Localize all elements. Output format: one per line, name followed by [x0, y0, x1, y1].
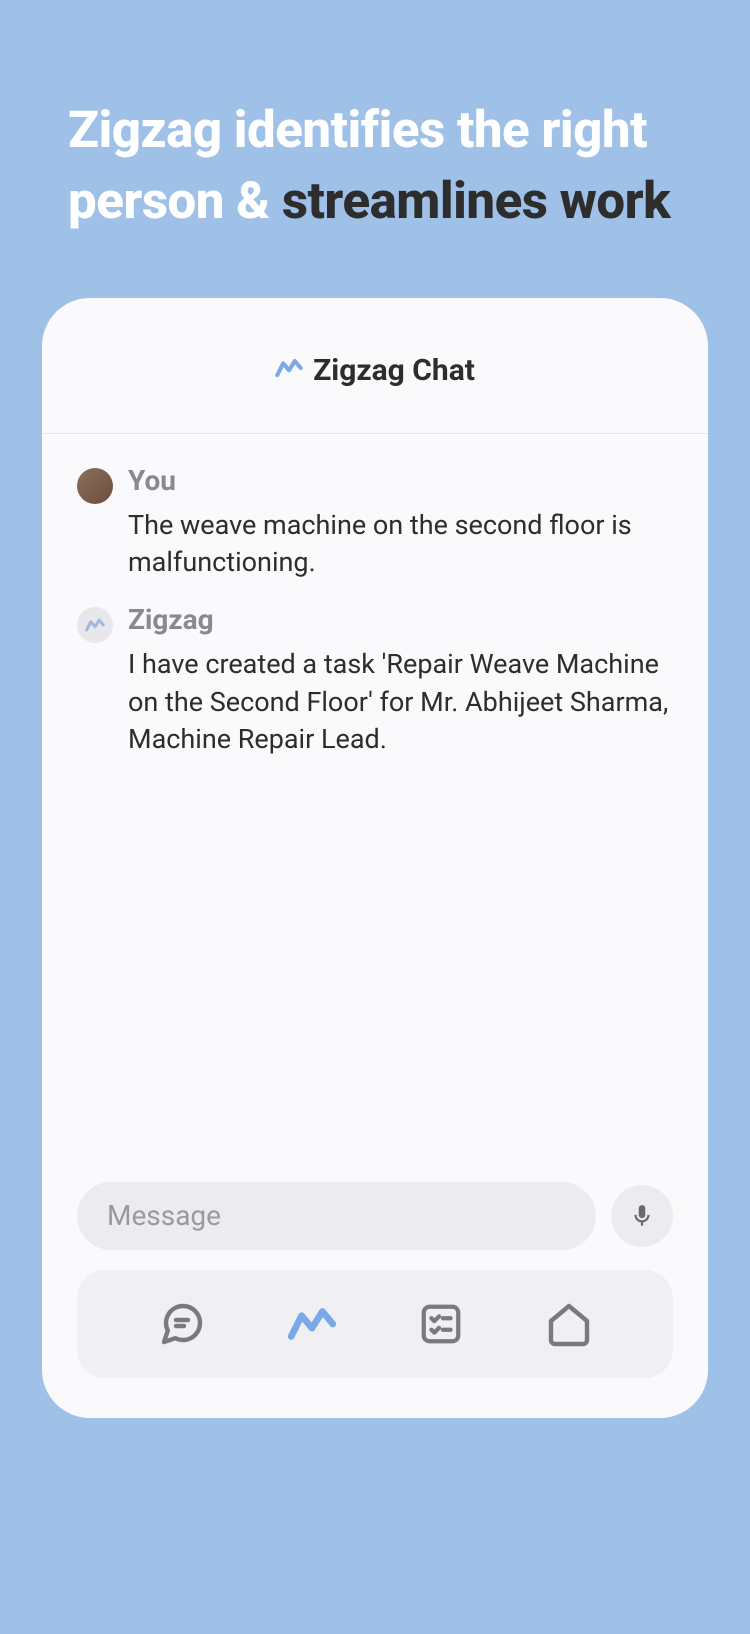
message-input[interactable] — [77, 1182, 596, 1250]
message-text: The weave machine on the second floor is… — [128, 507, 673, 582]
hero-heading: Zigzag identifies the right person & str… — [68, 95, 682, 238]
message-row: Zigzag I have created a task 'Repair Wea… — [77, 603, 673, 758]
hero-line-2: streamlines work — [282, 172, 670, 231]
nav-chat[interactable] — [158, 1300, 206, 1348]
tasks-icon — [418, 1301, 464, 1347]
zigzag-icon — [287, 1299, 337, 1349]
message-text: I have created a task 'Repair Weave Mach… — [128, 646, 673, 758]
hero-section: Zigzag identifies the right person & str… — [0, 0, 750, 278]
nav-zigzag[interactable] — [287, 1299, 337, 1349]
mic-icon — [629, 1203, 655, 1229]
sender-name: You — [128, 464, 673, 497]
zigzag-icon — [85, 615, 105, 635]
home-icon — [545, 1300, 593, 1348]
bottom-nav — [77, 1270, 673, 1378]
messages-container[interactable]: You The weave machine on the second floo… — [42, 434, 708, 1182]
bot-avatar — [77, 607, 113, 643]
message-content: Zigzag I have created a task 'Repair Wea… — [128, 603, 673, 758]
chat-icon — [158, 1300, 206, 1348]
input-row — [42, 1182, 708, 1270]
chat-app-card: Zigzag Chat You The weave machine on the… — [42, 298, 708, 1418]
message-row: You The weave machine on the second floo… — [77, 464, 673, 582]
mic-button[interactable] — [611, 1185, 673, 1247]
sender-name: Zigzag — [128, 603, 673, 636]
user-avatar — [77, 468, 113, 504]
chat-title: Zigzag Chat — [313, 353, 475, 388]
zigzag-icon — [275, 354, 303, 386]
message-content: You The weave machine on the second floo… — [128, 464, 673, 582]
nav-tasks[interactable] — [418, 1301, 464, 1347]
chat-header: Zigzag Chat — [42, 298, 708, 434]
nav-home[interactable] — [545, 1300, 593, 1348]
